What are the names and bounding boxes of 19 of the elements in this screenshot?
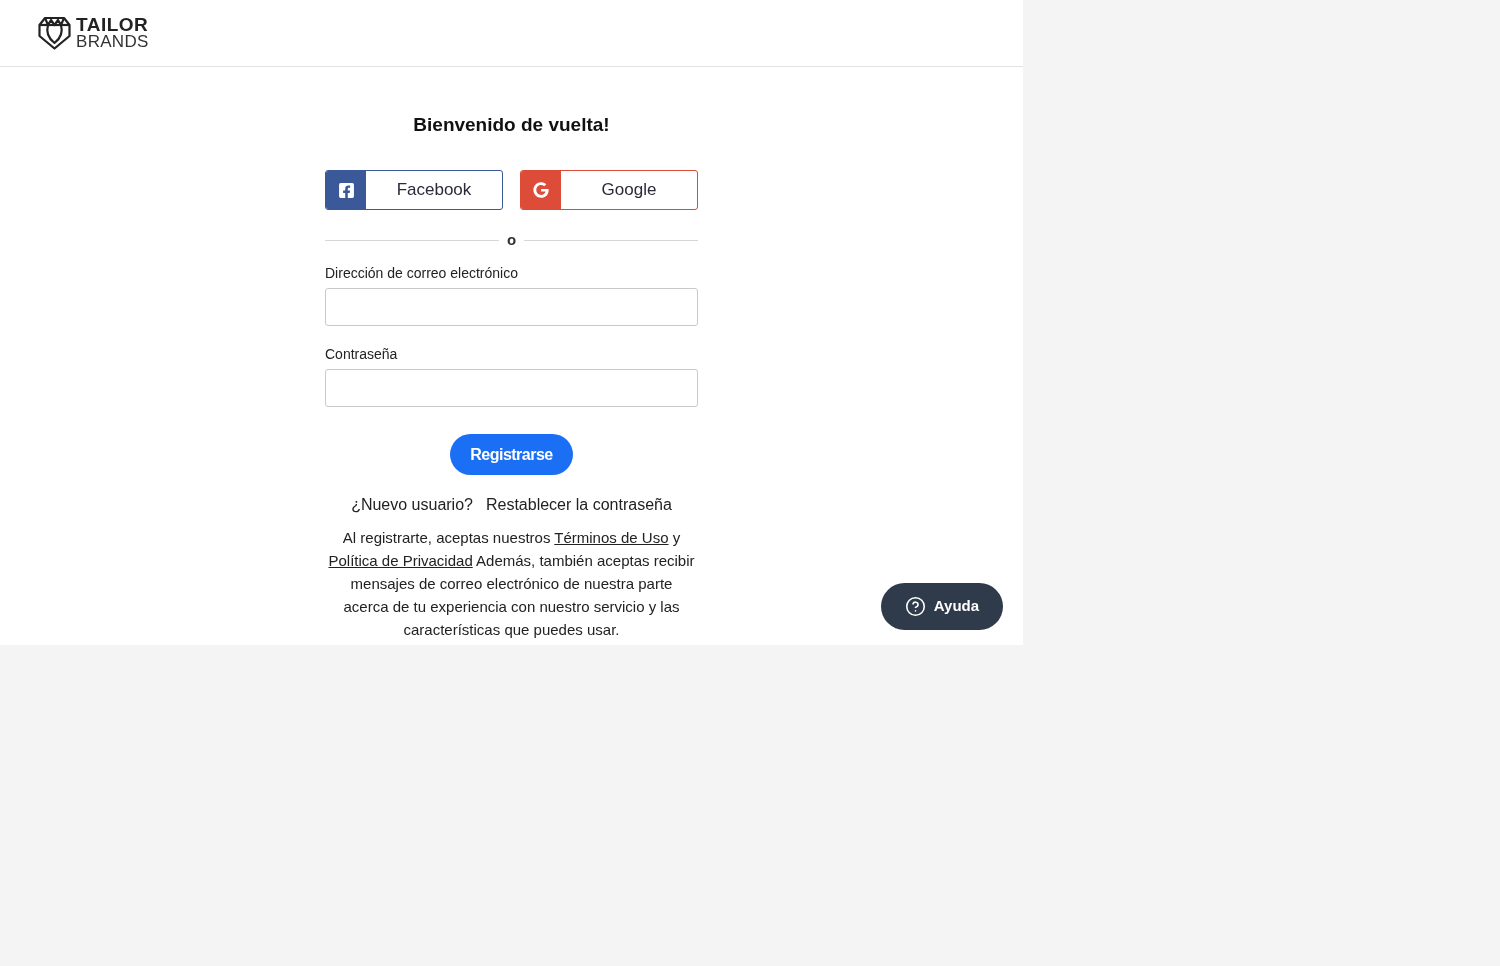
policy-link[interactable]: Términos de Uso (554, 529, 669, 546)
text-link[interactable]: ¿Nuevo usuario? (351, 495, 473, 515)
page-title: Bienvenido de vuelta! (413, 113, 610, 137)
input-field[interactable] (325, 288, 698, 326)
facebook-login-button[interactable]: Facebook (325, 170, 503, 210)
field-label: Dirección de correo electrónico (325, 265, 519, 282)
divider-text: o (506, 232, 517, 248)
policy-link[interactable]: Política de Privacidad (328, 552, 473, 569)
text-link[interactable]: Restablecer la contraseña (485, 495, 672, 515)
logo-text: TAILOR (76, 16, 149, 33)
help-button[interactable]: Ayuda (881, 583, 1003, 630)
google-login-button[interactable]: Google (520, 170, 698, 210)
logo-text: BRANDS (76, 33, 149, 50)
logo-icon (38, 16, 71, 50)
input-field[interactable] (325, 369, 698, 407)
help-icon (904, 596, 926, 617)
legal-text: Al registrarte, aceptas nuestros Términos de Uso y Política de Privacidad Además, también aceptas recibir mensajes de correo electrónico de nuestra parte acerca de tu experiencia con nuestro servicio y las características que puedes usar. (327, 528, 696, 640)
field-label: Contraseña (325, 346, 399, 363)
submit-button[interactable]: Registrarse (450, 434, 573, 475)
